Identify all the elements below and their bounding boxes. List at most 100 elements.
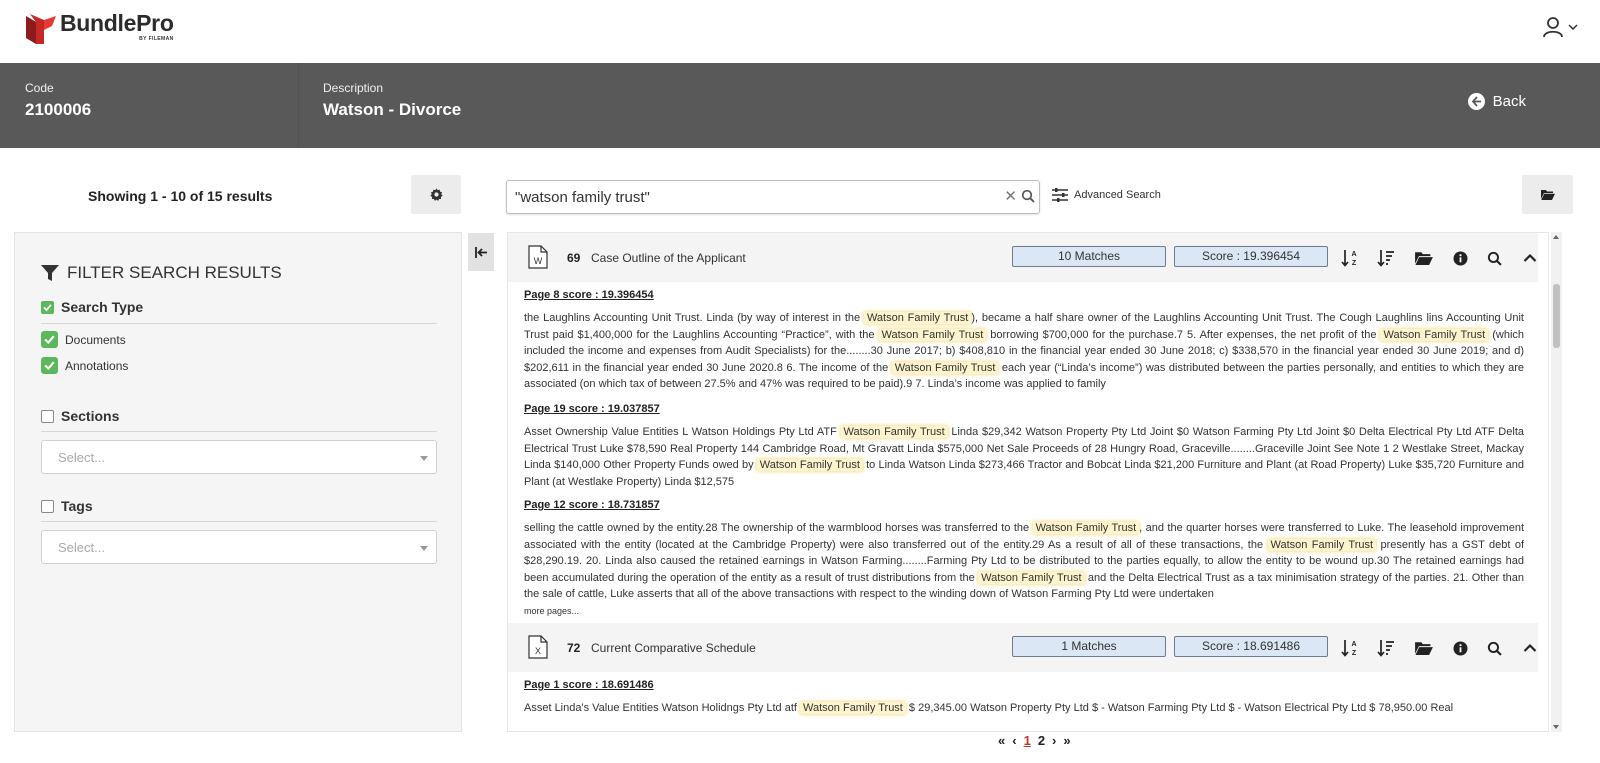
documents-toggle[interactable]: Documents — [41, 331, 126, 348]
matches-badge: 10 Matches — [1012, 246, 1166, 267]
sections-select[interactable]: Select... — [41, 440, 437, 474]
svg-text:A: A — [1351, 641, 1356, 648]
open-document-button[interactable] — [1412, 636, 1436, 660]
filter-panel: FILTER SEARCH RESULTS Search Type Docume… — [14, 232, 462, 732]
documents-checkbox[interactable] — [41, 331, 58, 348]
page-score-link[interactable]: Page 8 score : 19.396454 — [524, 289, 654, 301]
search-type-label: Search Type — [61, 299, 144, 315]
gear-icon — [429, 188, 443, 201]
code-value: 2100006 — [25, 100, 92, 119]
sort-amount-button[interactable] — [1374, 636, 1398, 660]
last-page-button[interactable]: » — [1063, 733, 1070, 748]
first-page-button[interactable]: « — [998, 733, 1005, 748]
svg-text:Z: Z — [1352, 260, 1357, 267]
annotations-checkbox[interactable] — [41, 357, 58, 374]
top-bar: BundlePro BY FILEMAN — [0, 0, 1600, 63]
description-value: Watson - Divorce — [323, 100, 462, 119]
chevron-up-icon — [1523, 643, 1537, 652]
tags-label: Tags — [61, 498, 93, 514]
score-badge: Score : 18.691486 — [1174, 636, 1328, 657]
scroll-up-icon[interactable] — [1553, 235, 1559, 239]
user-icon — [1543, 17, 1563, 38]
info-button[interactable] — [1448, 246, 1472, 270]
search-in-document-button[interactable] — [1482, 636, 1506, 660]
page-score-link[interactable]: Page 19 score : 19.037857 — [524, 403, 660, 415]
svg-text:W: W — [534, 256, 543, 266]
search-highlight: Watson Family Trust — [891, 361, 999, 374]
info-button[interactable] — [1448, 636, 1472, 660]
sort-amount-button[interactable] — [1374, 246, 1398, 270]
sort-alpha-button[interactable]: A Z — [1338, 636, 1362, 660]
page-2-button[interactable]: 2 — [1038, 733, 1045, 748]
annotations-toggle[interactable]: Annotations — [41, 357, 128, 374]
filter-title-text: FILTER SEARCH RESULTS — [67, 263, 282, 282]
info-icon — [1453, 641, 1467, 655]
more-pages-link[interactable]: more pages... — [524, 606, 579, 616]
scroll-down-icon[interactable] — [1553, 725, 1559, 729]
collapse-result-button[interactable] — [1518, 246, 1542, 270]
tags-checkbox[interactable] — [41, 499, 54, 513]
sort-amount-icon — [1377, 640, 1394, 657]
sort-alpha-button[interactable]: A Z — [1338, 246, 1362, 270]
search-icon — [1487, 251, 1502, 266]
header-divider — [298, 63, 299, 148]
code-label: Code — [25, 81, 54, 95]
tags-select[interactable]: Select... — [41, 530, 437, 564]
app-logo[interactable]: BundlePro BY FILEMAN — [24, 12, 174, 48]
filter-icon — [41, 265, 59, 281]
open-document-button[interactable] — [1412, 246, 1436, 270]
settings-button[interactable] — [411, 175, 461, 214]
divider — [41, 521, 437, 522]
result-header[interactable]: W 69 Case Outline of the Applicant 10 Ma… — [508, 233, 1538, 282]
collapse-left-icon — [474, 246, 487, 258]
search-icon — [1487, 641, 1502, 656]
sections-checkbox[interactable] — [41, 409, 54, 423]
page-score-link[interactable]: Page 1 score : 18.691486 — [524, 679, 654, 691]
logo-book-icon — [26, 14, 56, 44]
page-score-link[interactable]: Page 12 score : 18.731857 — [524, 499, 660, 511]
search-input[interactable] — [515, 187, 985, 207]
page-1-button[interactable]: 1 — [1024, 733, 1031, 748]
scrollbar-thumb[interactable] — [1553, 284, 1560, 348]
close-icon[interactable]: ✕ — [1004, 188, 1017, 206]
collapse-result-button[interactable] — [1518, 636, 1542, 660]
search-icon[interactable] — [1021, 189, 1035, 203]
brand-name: BundlePro — [60, 10, 174, 36]
search-in-document-button[interactable] — [1482, 246, 1506, 270]
score-badge: Score : 19.396454 — [1174, 246, 1328, 267]
results-count: Showing 1 - 10 of 15 results — [88, 188, 273, 204]
sort-amount-icon — [1377, 250, 1394, 267]
info-icon — [1453, 251, 1467, 265]
next-page-button[interactable]: › — [1052, 733, 1056, 748]
document-title[interactable]: Case Outline of the Applicant — [591, 251, 746, 265]
collapse-panel-button[interactable] — [468, 233, 494, 271]
user-menu[interactable] — [1542, 16, 1578, 38]
tags-toggle[interactable]: Tags — [41, 498, 93, 514]
divider — [41, 431, 437, 432]
sliders-icon — [1052, 188, 1068, 202]
divider — [41, 323, 437, 324]
document-title[interactable]: Current Comparative Schedule — [591, 641, 756, 655]
search-type-toggle[interactable]: Search Type — [41, 299, 143, 315]
search-highlight: Watson Family Trust — [1267, 538, 1377, 551]
match-snippet: Asset Ownership Value Entities L Watson … — [524, 426, 1524, 488]
search-highlight: Watson Family Trust — [863, 312, 972, 324]
sort-alpha-icon: A Z — [1341, 250, 1357, 267]
open-folder-button[interactable] — [1522, 175, 1573, 214]
search-highlight: Watson Family Trust — [840, 426, 948, 438]
chevron-up-icon — [1523, 253, 1537, 262]
document-number: 69 — [567, 251, 581, 265]
results-scrollbar[interactable] — [1551, 232, 1562, 732]
result-header[interactable]: X 72 Current Comparative Schedule 1 Matc… — [508, 623, 1538, 672]
sections-placeholder: Select... — [58, 450, 105, 465]
search-highlight: Watson Family Trust — [1032, 522, 1140, 534]
back-button[interactable]: Back — [1467, 93, 1526, 110]
back-label: Back — [1492, 93, 1526, 110]
prev-page-button[interactable]: ‹ — [1012, 733, 1016, 748]
description-label: Description — [323, 81, 384, 95]
sections-toggle[interactable]: Sections — [41, 408, 119, 424]
sections-label: Sections — [61, 408, 120, 424]
svg-text:X: X — [535, 646, 541, 656]
search-type-checkbox[interactable] — [41, 300, 54, 314]
advanced-search-button[interactable]: Advanced Search — [1052, 188, 1161, 202]
